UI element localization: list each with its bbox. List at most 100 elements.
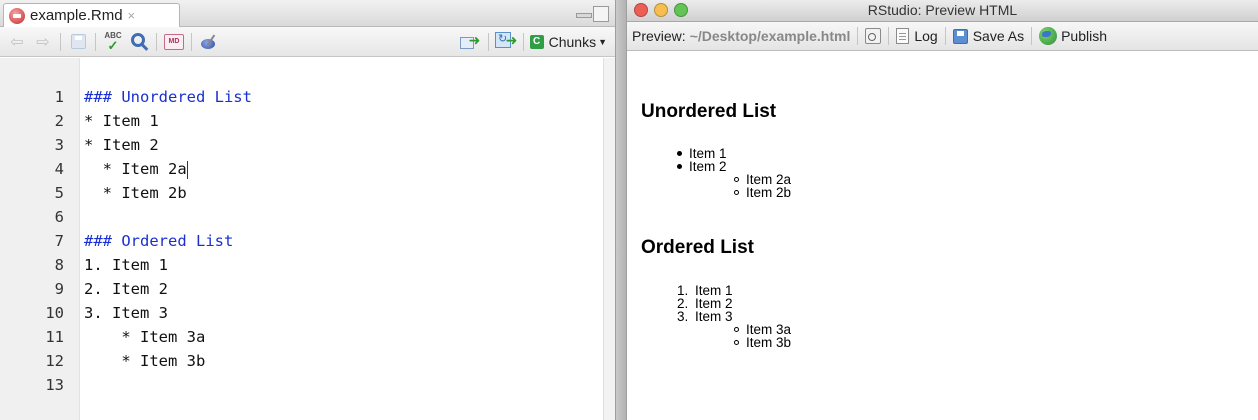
find-replace-button[interactable] bbox=[128, 31, 150, 53]
save-button[interactable] bbox=[67, 31, 89, 53]
code-text: ### Ordered List bbox=[84, 232, 234, 250]
line-number: 5 bbox=[54, 184, 64, 202]
rerun-button[interactable] bbox=[494, 31, 517, 53]
line-number: 8 bbox=[54, 256, 64, 274]
search-icon bbox=[131, 32, 145, 47]
markdown-icon: MD bbox=[164, 33, 184, 50]
find-in-document-icon[interactable] bbox=[865, 28, 882, 44]
line-number: 6 bbox=[54, 208, 64, 226]
code-text: * Item 3b bbox=[84, 352, 206, 370]
log-label: Log bbox=[914, 28, 938, 44]
preview-document: Unordered List Item 1 Item 2 Item 2a Item 2… bbox=[641, 51, 1241, 420]
tab-close-button[interactable]: × bbox=[128, 8, 136, 23]
code-line[interactable]: 10 3. Item 3 bbox=[0, 301, 600, 325]
tab-example-rmd[interactable]: example.Rmd × bbox=[3, 3, 180, 27]
toolbar-divider bbox=[1031, 27, 1033, 45]
toolbar-divider bbox=[522, 32, 524, 51]
code-line[interactable]: 6 bbox=[0, 205, 600, 229]
toolbar-divider bbox=[95, 32, 96, 51]
list-item-label: Item 2b bbox=[746, 185, 792, 200]
save-as-button[interactable]: Save As bbox=[952, 28, 1025, 44]
line-number: 11 bbox=[45, 328, 64, 346]
log-button[interactable]: Log bbox=[896, 28, 938, 44]
chunks-label: Chunks bbox=[548, 33, 597, 50]
spellcheck-icon: ABC ✓ bbox=[104, 30, 122, 53]
code-line[interactable]: 5 * Item 2b bbox=[0, 181, 600, 205]
run-icon bbox=[459, 32, 482, 49]
code-line[interactable]: 11 * Item 3a bbox=[0, 325, 600, 349]
line-number: 2 bbox=[54, 112, 64, 130]
publish-globe-icon bbox=[1039, 27, 1058, 45]
line-number: 12 bbox=[45, 352, 64, 370]
code-line[interactable]: 2 * Item 1 bbox=[0, 109, 600, 133]
chunk-icon: C bbox=[529, 34, 544, 49]
code-text: 3. Item 3 bbox=[84, 304, 168, 322]
code-line[interactable]: 3 * Item 2 bbox=[0, 133, 600, 157]
save-as-label: Save As bbox=[972, 28, 1025, 44]
toolbar-divider bbox=[888, 27, 890, 45]
bullet-circle-icon bbox=[734, 190, 739, 195]
code-text: * Item 2b bbox=[84, 184, 187, 202]
list-item: 3. Item 3 Item 3a Item 3b bbox=[677, 310, 791, 350]
code-line[interactable]: 1 ### Unordered List bbox=[0, 85, 600, 109]
forward-arrow-icon[interactable]: ⇨ bbox=[32, 31, 54, 53]
save-disk-icon bbox=[952, 28, 968, 44]
line-number: 1 bbox=[54, 88, 64, 106]
line-number: 10 bbox=[45, 304, 64, 322]
code-line[interactable]: 7 ### Ordered List bbox=[0, 229, 600, 253]
publish-button[interactable]: Publish bbox=[1039, 27, 1107, 45]
code-text: * Item 2a bbox=[84, 160, 188, 179]
minimize-pane-icon[interactable] bbox=[575, 7, 592, 21]
window-title: RStudio: Preview HTML bbox=[867, 2, 1018, 18]
nested-list: Item 3a Item 3b bbox=[734, 323, 791, 349]
spellcheck-button[interactable]: ABC ✓ bbox=[102, 31, 124, 53]
editor-scrollbar[interactable] bbox=[603, 58, 615, 420]
editor-tab-bar: example.Rmd × bbox=[0, 0, 615, 27]
toolbar-divider bbox=[156, 32, 157, 51]
line-number: 9 bbox=[54, 280, 64, 298]
nested-list: Item 2a Item 2b bbox=[734, 173, 791, 199]
code-line[interactable]: 8 1. Item 1 bbox=[0, 253, 600, 277]
publish-label: Publish bbox=[1061, 28, 1108, 44]
code-line[interactable]: 13 bbox=[0, 373, 600, 397]
code-editor[interactable]: 1 ### Unordered List 2 * Item 1 3 * Item 2 4 *… bbox=[0, 58, 603, 420]
code-text: 1. Item 1 bbox=[84, 256, 168, 274]
window-title-bar: RStudio: Preview HTML bbox=[627, 0, 1258, 22]
code-line[interactable]: 12 * Item 3b bbox=[0, 349, 600, 373]
bullet-circle-icon bbox=[734, 327, 739, 332]
code-text: ### Unordered List bbox=[84, 88, 252, 106]
bullet-circle-icon bbox=[734, 177, 739, 182]
editor-pane: example.Rmd × ⇦ ⇨ ABC✓ MD C Chunks ▼ bbox=[0, 0, 615, 420]
list-item: Item 2 Item 2a Item 2b bbox=[677, 160, 791, 199]
code-line[interactable]: 9 2. Item 2 bbox=[0, 277, 600, 301]
preview-window: RStudio: Preview HTML Preview: ~/Desktop… bbox=[627, 0, 1258, 420]
line-number: 13 bbox=[45, 376, 64, 394]
markdown-help-button[interactable]: MD bbox=[163, 31, 185, 53]
toolbar-divider bbox=[487, 32, 489, 51]
preview-file-path: ~/Desktop/example.html bbox=[689, 28, 851, 44]
unordered-list: Item 1 Item 2 Item 2a Item 2b bbox=[677, 147, 791, 199]
ordered-list: 1. Item 1 2. Item 2 3. Item 3 Item 3a Item 3b bbox=[677, 284, 791, 350]
bullet-circle-icon bbox=[734, 340, 739, 345]
run-line-button[interactable] bbox=[459, 31, 482, 53]
preview-toolbar: Preview: ~/Desktop/example.html Log Save… bbox=[627, 22, 1258, 51]
toolbar-divider bbox=[60, 32, 61, 51]
rmd-file-icon bbox=[9, 7, 25, 24]
list-item-label: Item 3b bbox=[746, 335, 792, 350]
line-number: 3 bbox=[54, 136, 64, 154]
tab-title: example.Rmd bbox=[30, 7, 123, 24]
maximize-pane-icon[interactable] bbox=[593, 6, 609, 22]
toolbar-divider bbox=[944, 27, 946, 45]
toolbar-divider bbox=[857, 27, 859, 45]
chunks-menu-button[interactable]: C Chunks ▼ bbox=[529, 31, 607, 53]
knit-button[interactable] bbox=[198, 31, 220, 53]
nested-list-item: Item 2b bbox=[734, 186, 791, 199]
line-number: 7 bbox=[54, 232, 64, 250]
nested-list-item: Item 3b bbox=[734, 336, 791, 349]
back-arrow-icon[interactable]: ⇦ bbox=[6, 31, 28, 53]
ordered-list-heading: Ordered List bbox=[641, 237, 754, 258]
list-item-label: Item 2 bbox=[689, 159, 727, 174]
line-number: 4 bbox=[54, 160, 64, 178]
pane-splitter[interactable] bbox=[615, 0, 627, 420]
code-line[interactable]: 4 * Item 2a bbox=[0, 157, 600, 181]
